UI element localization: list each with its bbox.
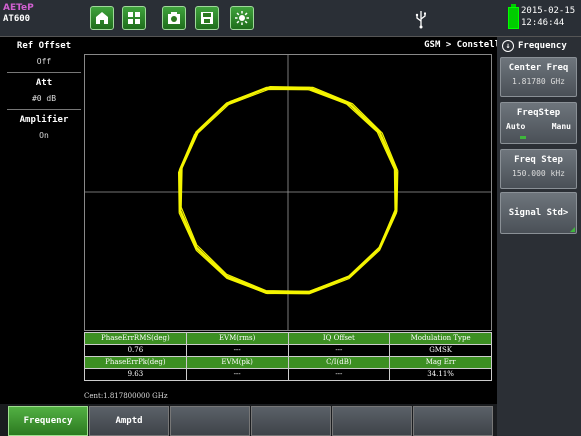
time-label: 12:46:44: [521, 18, 565, 28]
fullscreen-button[interactable]: [122, 6, 146, 30]
tab-empty-4[interactable]: [251, 406, 331, 436]
brightness-button[interactable]: [230, 6, 254, 30]
measurement-mode-label: GSM > Constell: [424, 40, 500, 50]
center-freq-value: 1.81780 GHz: [512, 77, 565, 86]
fullscreen-icon: [128, 12, 140, 24]
header-cell: PhaseErrPk(deg): [84, 356, 187, 369]
ref-offset-value[interactable]: Off: [5, 54, 83, 70]
usb-icon: [415, 11, 426, 29]
arrow-down-icon: ↓: [502, 40, 514, 52]
value-cell: GMSK: [389, 344, 492, 357]
header-cell: PhaseErrRMS(deg): [84, 332, 187, 345]
divider: [7, 72, 81, 73]
tab-frequency[interactable]: Frequency: [8, 406, 88, 436]
tab-amptd[interactable]: Amptd: [89, 406, 169, 436]
ref-offset-title: Ref Offset: [16, 41, 72, 51]
amplifier-title: Amplifier: [19, 115, 69, 125]
header-cell: C/I(dB): [287, 356, 391, 369]
header-cell: Modulation Type: [389, 332, 492, 345]
brightness-icon: [235, 11, 249, 25]
menu-title-label: Frequency: [518, 41, 567, 51]
freqstep-options: Auto Manu: [501, 120, 576, 133]
date-label: 2015-02-15: [521, 6, 576, 16]
value-cell: ---: [287, 368, 391, 381]
signal-std-softkey[interactable]: Signal Std>: [500, 192, 577, 234]
datetime: 2015-02-15 12:46:44: [521, 5, 575, 29]
results-header-row: PhaseErrRMS(deg) EVM(rms) IQ Offset Modu…: [84, 332, 492, 345]
center-freq-label: Center Freq: [508, 63, 569, 73]
header-cell: EVM(rms): [185, 332, 289, 345]
divider: [7, 109, 81, 110]
constellation-svg: [85, 55, 491, 330]
freqstep-label: FreqStep: [516, 108, 561, 118]
att-value[interactable]: #0 dB: [5, 91, 83, 107]
save-icon: [201, 12, 213, 24]
header-cell: Mag Err: [389, 356, 492, 369]
att-title: Att: [35, 78, 53, 88]
screenshot-button[interactable]: [162, 6, 186, 30]
constellation-plot[interactable]: [84, 54, 492, 331]
value-cell: ---: [287, 344, 391, 357]
results-header-row: PhaseErrPk(deg) EVM(pk) C/I(dB) Mag Err: [84, 356, 492, 369]
bottom-tab-bar: Frequency Amptd: [0, 404, 497, 436]
signal-std-label: Signal Std>: [508, 208, 569, 218]
header-cell: EVM(pk): [185, 356, 289, 369]
left-info-panel: Ref Offset Off Att #0 dB Amplifier On: [5, 38, 83, 408]
top-bar: AETeP AT600 2015-02-15 12:46:44: [0, 0, 581, 37]
home-icon: [96, 12, 108, 24]
menu-title[interactable]: ↓ Frequency: [497, 37, 581, 55]
freq-step-value: 150.000 kHz: [512, 169, 565, 178]
tab-empty-3[interactable]: [170, 406, 250, 436]
freq-step-softkey[interactable]: Freq Step 150.000 kHz: [500, 149, 577, 189]
brand-name: AETeP: [3, 3, 34, 13]
results-value-row: 9.63 --- --- 34.11%: [84, 368, 492, 381]
center-frequency-readout: Cent:1.817800000 GHz: [84, 392, 168, 400]
tab-empty-6[interactable]: [413, 406, 493, 436]
model-name: AT600: [3, 14, 31, 24]
value-cell: ---: [185, 344, 289, 357]
results-table: PhaseErrRMS(deg) EVM(rms) IQ Offset Modu…: [84, 332, 492, 381]
freqstep-softkey[interactable]: FreqStep Auto Manu: [500, 102, 577, 144]
camera-icon: [168, 12, 180, 24]
brand-logo: AETeP AT600: [3, 3, 34, 25]
submenu-indicator: [570, 227, 575, 232]
softkey-panel: ↓ Frequency Center Freq 1.81780 GHz Freq…: [497, 37, 581, 436]
center-freq-softkey[interactable]: Center Freq 1.81780 GHz: [500, 57, 577, 97]
selected-indicator: [520, 136, 526, 139]
freq-step-label: Freq Step: [514, 155, 563, 165]
value-cell: 34.11%: [389, 368, 492, 381]
tab-empty-5[interactable]: [332, 406, 412, 436]
results-value-row: 0.76 --- --- GMSK: [84, 344, 492, 357]
battery-icon: [508, 4, 519, 29]
value-cell: ---: [185, 368, 289, 381]
freqstep-manu[interactable]: Manu: [552, 120, 571, 133]
value-cell: 9.63: [84, 368, 187, 381]
home-button[interactable]: [90, 6, 114, 30]
header-cell: IQ Offset: [287, 332, 391, 345]
save-button[interactable]: [195, 6, 219, 30]
value-cell: 0.76: [84, 344, 187, 357]
freqstep-auto[interactable]: Auto: [506, 120, 525, 133]
amplifier-value[interactable]: On: [5, 128, 83, 144]
